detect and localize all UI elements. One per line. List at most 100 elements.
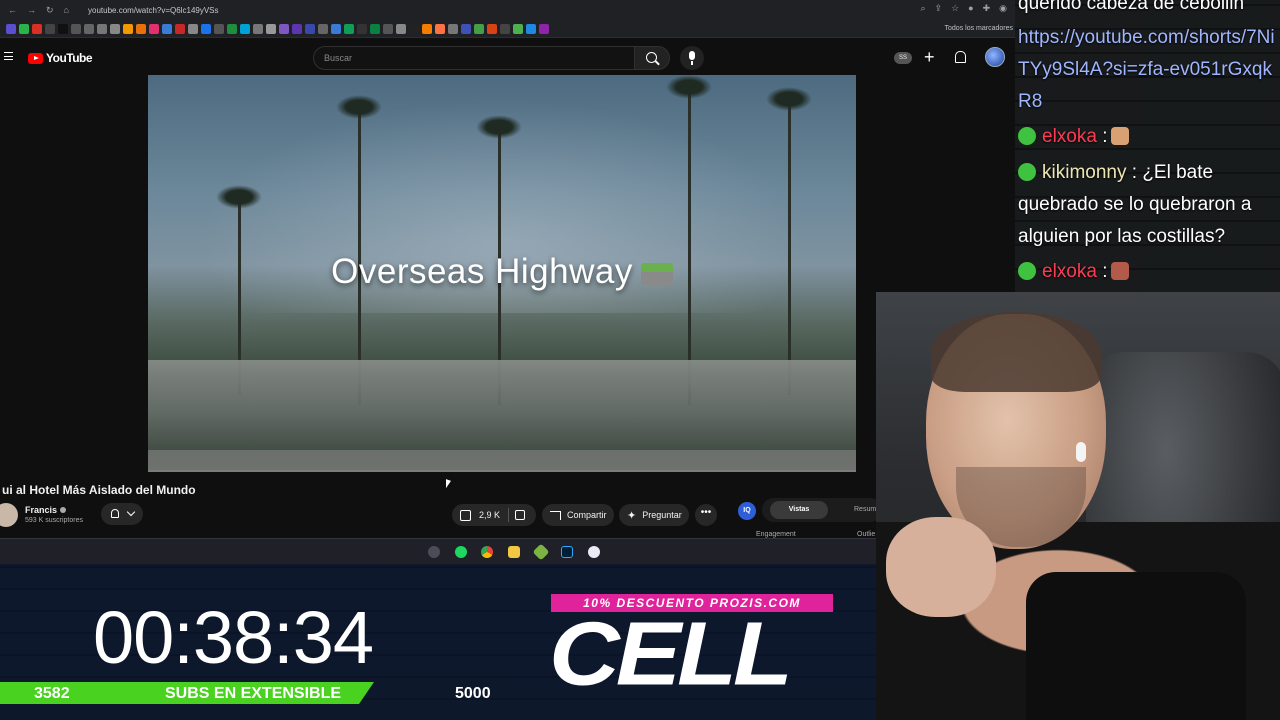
bookmark-icon[interactable] (487, 23, 497, 34)
chat-text: : (1102, 126, 1108, 147)
bookmark-icon[interactable] (474, 23, 484, 34)
address-bar[interactable]: ← → ↻ ⌂ youtube.com/watch?v=Q6lc149yVSs … (0, 0, 1015, 20)
bookmark-icon[interactable] (266, 23, 276, 34)
search-input[interactable]: Buscar (313, 46, 635, 70)
bookmarks-bar: Todos los marcadores (0, 20, 1015, 38)
share-button[interactable]: Compartir (542, 504, 614, 526)
chrome-icon[interactable] (481, 546, 493, 558)
chat-username[interactable]: elxoka (1042, 261, 1097, 282)
bookmark-icon[interactable] (110, 23, 120, 34)
bookmark-icon[interactable] (344, 23, 354, 34)
back-icon[interactable]: ← (8, 5, 17, 16)
all-bookmarks-link[interactable]: Todos los marcadores (945, 25, 1013, 32)
bookmark-star-icon[interactable]: ☆ (951, 3, 959, 14)
chat-badge-icon (1018, 262, 1036, 280)
bookmark-icon[interactable] (539, 23, 549, 34)
youtube-logo[interactable]: YouTube (28, 51, 93, 65)
tab-resumen[interactable]: Resum (854, 501, 876, 519)
share-icon (550, 510, 561, 520)
forward-icon[interactable]: → (27, 5, 36, 16)
bookmark-icon[interactable] (240, 23, 250, 34)
chat-username[interactable]: elxoka (1042, 126, 1097, 147)
extension-icon[interactable]: ● (968, 3, 973, 14)
bookmark-icon[interactable] (279, 23, 289, 34)
subscribed-notifications-button[interactable] (101, 503, 143, 525)
extension-ss-badge[interactable]: SS (894, 52, 912, 64)
brand-logo: CELL (549, 602, 793, 704)
bookmark-icon[interactable] (292, 23, 302, 34)
bookmark-icon[interactable] (448, 23, 458, 34)
bookmark-icon[interactable] (45, 23, 55, 34)
bookmark-icon[interactable] (71, 23, 81, 34)
bookmark-icon[interactable] (409, 23, 419, 34)
bookmark-icon[interactable] (422, 23, 432, 34)
like-icon[interactable] (460, 509, 471, 521)
profile-icon[interactable]: ◉ (999, 3, 1007, 14)
spotify-icon[interactable] (455, 546, 467, 558)
dislike-icon[interactable] (515, 510, 525, 520)
bookmark-icon[interactable] (305, 23, 315, 34)
share-page-icon[interactable]: ⇪ (935, 3, 943, 14)
ask-button[interactable]: ✦ Preguntar (619, 504, 689, 526)
zoom-icon[interactable]: ⌕ (920, 3, 925, 14)
bookmark-icon[interactable] (175, 23, 185, 34)
chat-badge-icon (1018, 163, 1036, 181)
bookmark-icon[interactable] (383, 23, 393, 34)
chat-username[interactable]: kikimonny (1042, 162, 1126, 183)
bookmark-icon[interactable] (513, 23, 523, 34)
bookmark-icon[interactable] (227, 23, 237, 34)
subs-goal: 5000 (455, 685, 491, 702)
bookmark-icon[interactable] (58, 23, 68, 34)
video-player[interactable]: Overseas Highway (148, 75, 856, 472)
bookmark-icon[interactable] (253, 23, 263, 34)
bookmark-icon[interactable] (97, 23, 107, 34)
bookmark-icon[interactable] (188, 23, 198, 34)
bookmark-icon[interactable] (370, 23, 380, 34)
bookmark-icon[interactable] (123, 23, 133, 34)
bookmark-icon[interactable] (214, 23, 224, 34)
url-text[interactable]: youtube.com/watch?v=Q6lc149yVSs (88, 6, 219, 15)
bookmark-icon[interactable] (500, 23, 510, 34)
chat-link[interactable]: https://youtube.com/shorts/7NiTYy9Sl4A?s… (1018, 27, 1275, 112)
bookmark-icon[interactable] (461, 23, 471, 34)
more-actions-button[interactable]: ••• (695, 504, 717, 526)
steam-icon[interactable] (428, 546, 440, 558)
notifications-bell-icon[interactable] (955, 51, 966, 63)
bookmark-icon[interactable] (19, 23, 29, 34)
chevron-down-icon (126, 507, 136, 517)
channel-name[interactable]: Francis (25, 505, 67, 515)
bookmark-icon[interactable] (201, 23, 211, 34)
bookmark-icon[interactable] (435, 23, 445, 34)
bookmark-icon[interactable] (32, 23, 42, 34)
bookmark-icon[interactable] (318, 23, 328, 34)
bookmark-icon[interactable] (357, 23, 367, 34)
minecraft-icon[interactable] (532, 543, 550, 561)
bookmark-icon[interactable] (6, 23, 16, 34)
bookmark-icon[interactable] (162, 23, 172, 34)
photoshop-icon[interactable] (561, 546, 573, 558)
tab-vistas[interactable]: Vistas (770, 501, 828, 519)
hamburger-menu-icon[interactable] (4, 52, 13, 60)
palm-tree (688, 85, 691, 405)
account-avatar[interactable] (985, 47, 1005, 67)
create-button[interactable]: + (924, 48, 935, 66)
home-icon[interactable]: ⌂ (64, 5, 69, 16)
channel-avatar[interactable] (0, 503, 18, 527)
bookmark-icon[interactable] (149, 23, 159, 34)
chat-text: : (1102, 261, 1108, 282)
search-button[interactable] (634, 46, 670, 70)
extensions-puzzle-icon[interactable]: ✚ (983, 3, 991, 14)
bookmark-icon[interactable] (526, 23, 536, 34)
app-icon[interactable] (588, 546, 600, 558)
voice-search-icon[interactable] (680, 46, 704, 70)
reload-icon[interactable]: ↻ (46, 5, 54, 16)
streamer-hand (886, 517, 996, 617)
bookmark-icon[interactable] (331, 23, 341, 34)
folder-icon[interactable] (508, 546, 520, 558)
youtube-logo-text: YouTube (46, 51, 93, 65)
bookmark-icon[interactable] (396, 23, 406, 34)
like-count[interactable]: 2,9 K (479, 510, 500, 520)
iq-extension-icon[interactable]: IQ (738, 502, 756, 520)
bookmark-icon[interactable] (84, 23, 94, 34)
bookmark-icon[interactable] (136, 23, 146, 34)
